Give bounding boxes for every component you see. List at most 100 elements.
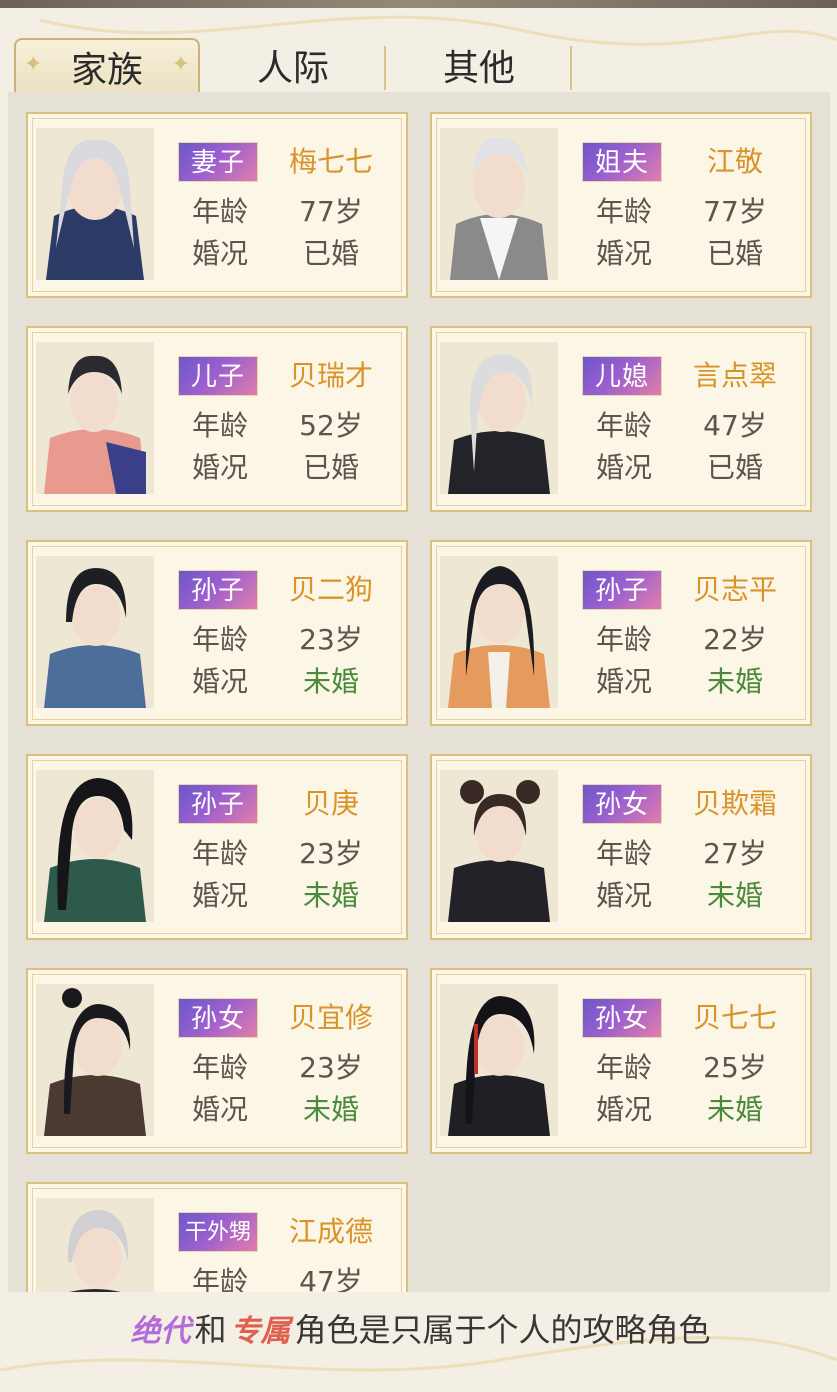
age-value: 27岁 xyxy=(703,837,767,870)
age-label: 年龄 xyxy=(191,837,248,870)
age-label: 年龄 xyxy=(191,195,248,228)
character-portrait xyxy=(440,342,558,494)
relation-badge: 儿子 xyxy=(178,356,258,396)
marital-value: 已婚 xyxy=(706,451,763,484)
tab-relations[interactable]: 人际 xyxy=(200,38,386,92)
character-portrait xyxy=(36,984,154,1136)
tag-jueddai: 绝代 xyxy=(130,1314,191,1349)
marital-label: 婚况 xyxy=(595,1093,652,1126)
age-label: 年龄 xyxy=(191,1265,248,1292)
tab-bar: ✦ 家族 ✦ 人际 其他 xyxy=(14,38,574,96)
character-name: 贝欺霜 xyxy=(692,787,777,820)
marital-value: 已婚 xyxy=(302,451,359,484)
relation-badge: 孙子 xyxy=(582,570,662,610)
marital-value: 已婚 xyxy=(706,237,763,270)
tab-other-label: 其他 xyxy=(442,48,515,89)
character-portrait xyxy=(36,556,154,708)
marital-label: 婚况 xyxy=(191,879,248,912)
relation-badge: 姐夫 xyxy=(582,142,662,182)
marital-value: 未婚 xyxy=(706,1093,763,1126)
marital-value: 已婚 xyxy=(302,237,359,270)
relation-badge: 孙女 xyxy=(582,784,662,824)
character-card[interactable]: 孙子 贝二狗 年龄 23岁 婚况 未婚 xyxy=(26,540,408,726)
character-name: 贝庚 xyxy=(302,787,359,820)
age-value: 77岁 xyxy=(703,195,767,228)
character-portrait xyxy=(36,128,154,280)
marital-label: 婚况 xyxy=(595,665,652,698)
marital-label: 婚况 xyxy=(191,237,248,270)
character-name: 贝七七 xyxy=(692,1001,777,1034)
character-portrait xyxy=(440,556,558,708)
character-portrait xyxy=(36,342,154,494)
character-portrait xyxy=(36,1198,154,1292)
character-card[interactable]: 孙女 贝七七 年龄 25岁 婚况 未婚 xyxy=(430,968,812,1154)
age-value: 77岁 xyxy=(299,195,363,228)
character-card[interactable]: 妻子 梅七七 年龄 77岁 婚况 已婚 xyxy=(26,112,408,298)
tab-divider xyxy=(570,46,572,90)
marital-value: 未婚 xyxy=(302,879,359,912)
age-value: 23岁 xyxy=(299,623,363,656)
character-card[interactable]: 儿媳 言点翠 年龄 47岁 婚况 已婚 xyxy=(430,326,812,512)
relation-badge: 儿媳 xyxy=(582,356,662,396)
character-card[interactable]: 姐夫 江敬 年龄 77岁 婚况 已婚 xyxy=(430,112,812,298)
age-label: 年龄 xyxy=(595,623,652,656)
age-value: 47岁 xyxy=(703,409,767,442)
marital-label: 婚况 xyxy=(595,451,652,484)
character-card[interactable]: 孙子 贝庚 年龄 23岁 婚况 未婚 xyxy=(26,754,408,940)
age-value: 22岁 xyxy=(703,623,767,656)
character-portrait xyxy=(36,770,154,922)
character-portrait xyxy=(440,984,558,1136)
character-name: 江成德 xyxy=(288,1215,373,1248)
relation-badge: 孙子 xyxy=(178,784,258,824)
tab-family-label: 家族 xyxy=(70,50,143,91)
relation-badge: 孙女 xyxy=(582,998,662,1038)
character-card[interactable]: 孙子 贝志平 年龄 22岁 婚况 未婚 xyxy=(430,540,812,726)
character-name: 贝宜修 xyxy=(288,1001,373,1034)
relation-badge: 干外甥 xyxy=(178,1212,258,1252)
character-card[interactable]: 儿子 贝瑞才 年龄 52岁 婚况 已婚 xyxy=(26,326,408,512)
relation-badge: 孙女 xyxy=(178,998,258,1038)
age-label: 年龄 xyxy=(595,837,652,870)
age-label: 年龄 xyxy=(595,195,652,228)
marital-label: 婚况 xyxy=(191,451,248,484)
footer-text: 角色是只属于个人的攻略角色 xyxy=(294,1311,711,1349)
age-value: 23岁 xyxy=(299,1051,363,1084)
character-name: 贝二狗 xyxy=(288,573,373,606)
tab-other[interactable]: 其他 xyxy=(386,38,572,92)
age-label: 年龄 xyxy=(191,623,248,656)
age-value: 23岁 xyxy=(299,837,363,870)
age-value: 52岁 xyxy=(299,409,363,442)
character-list[interactable]: 妻子 梅七七 年龄 77岁 婚况 已婚 姐夫 江敬 年龄 77岁 婚况 已婚 儿… xyxy=(8,92,830,1292)
age-label: 年龄 xyxy=(595,1051,652,1084)
marital-label: 婚况 xyxy=(191,665,248,698)
character-name: 江敬 xyxy=(706,145,763,178)
top-band xyxy=(0,0,837,8)
marital-label: 婚况 xyxy=(595,237,652,270)
tag-zhuanshu: 专属 xyxy=(230,1314,291,1349)
marital-value: 未婚 xyxy=(302,1093,359,1126)
marital-label: 婚况 xyxy=(191,1093,248,1126)
marital-value: 未婚 xyxy=(706,665,763,698)
marital-value: 未婚 xyxy=(302,665,359,698)
character-name: 贝志平 xyxy=(692,573,777,606)
marital-value: 未婚 xyxy=(706,879,763,912)
tab-relations-label: 人际 xyxy=(256,48,329,89)
character-portrait xyxy=(440,770,558,922)
character-card[interactable]: 孙女 贝宜修 年龄 23岁 婚况 未婚 xyxy=(26,968,408,1154)
sparkle-icon: ✦ xyxy=(171,52,190,77)
character-name: 梅七七 xyxy=(288,145,373,178)
character-name: 言点翠 xyxy=(692,359,777,392)
relation-badge: 孙子 xyxy=(178,570,258,610)
character-name: 贝瑞才 xyxy=(288,359,373,392)
sparkle-icon: ✦ xyxy=(24,52,43,77)
tab-family[interactable]: ✦ 家族 ✦ xyxy=(14,38,200,92)
footer-note: 绝代和专属 角色是只属于个人的攻略角色 xyxy=(0,1300,837,1360)
age-label: 年龄 xyxy=(191,409,248,442)
age-value: 47岁 xyxy=(299,1265,363,1292)
age-label: 年龄 xyxy=(191,1051,248,1084)
character-card[interactable]: 干外甥 江成德 年龄 47岁 xyxy=(26,1182,408,1292)
character-portrait xyxy=(440,128,558,280)
relation-badge: 妻子 xyxy=(178,142,258,182)
footer-connector: 和 xyxy=(194,1311,227,1349)
character-card[interactable]: 孙女 贝欺霜 年龄 27岁 婚况 未婚 xyxy=(430,754,812,940)
